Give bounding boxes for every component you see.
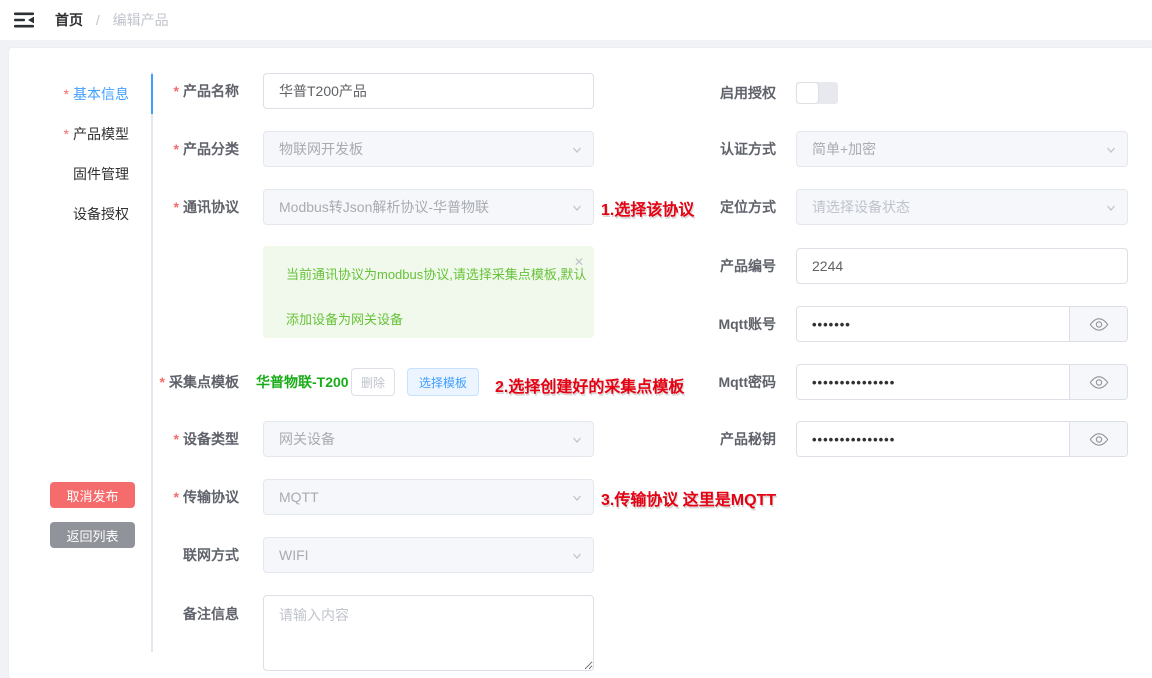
mqtt-password-label: Mqtt密码 [9, 364, 786, 400]
chevron-down-icon [1105, 144, 1117, 156]
edit-product-panel: *基本信息 *产品模型 固件管理 设备授权 取消发布 返回列表 *产品名称 *产… [8, 47, 1152, 678]
product-secret-reveal-button[interactable] [1069, 422, 1127, 456]
mqtt-account-label: Mqtt账号 [9, 306, 786, 342]
location-mode-label: 定位方式 [9, 189, 786, 225]
mqtt-password-input[interactable] [797, 365, 1069, 399]
location-mode-select[interactable]: 请选择设备状态 [796, 189, 1128, 225]
mqtt-password-group [796, 364, 1128, 400]
network-mode-select[interactable]: WIFI [263, 537, 594, 573]
enable-auth-toggle[interactable] [796, 82, 838, 104]
sidebar-fold-icon[interactable] [14, 12, 34, 28]
breadcrumb-current: 编辑产品 [113, 12, 169, 28]
transport-protocol-label: *传输协议 [9, 479, 251, 515]
breadcrumb: 首页 / 编辑产品 [55, 0, 169, 40]
remark-textarea[interactable] [263, 595, 594, 671]
product-no-label: 产品编号 [9, 248, 786, 284]
eye-icon [1089, 375, 1109, 390]
mqtt-account-group [796, 306, 1128, 342]
chevron-down-icon [571, 550, 583, 562]
remark-label: 备注信息 [9, 595, 251, 631]
annotation-step3: 3.传输协议 这里是MQTT [601, 486, 776, 510]
network-mode-value: WIFI [279, 547, 309, 563]
mqtt-account-input[interactable] [797, 307, 1069, 341]
breadcrumb-home[interactable]: 首页 [55, 12, 83, 28]
auth-mode-select[interactable]: 简单+加密 [796, 131, 1128, 167]
breadcrumb-separator: / [96, 12, 100, 28]
transport-protocol-value: MQTT [279, 489, 319, 505]
auth-mode-label: 认证方式 [9, 131, 786, 167]
product-secret-label: 产品秘钥 [9, 421, 786, 457]
chevron-down-icon [1105, 202, 1117, 214]
mqtt-account-reveal-button[interactable] [1069, 307, 1127, 341]
product-no-input[interactable] [796, 248, 1128, 284]
chevron-down-icon [571, 492, 583, 504]
topbar: 首页 / 编辑产品 [0, 0, 1152, 40]
product-secret-input[interactable] [797, 422, 1069, 456]
auth-mode-value: 简单+加密 [812, 139, 876, 159]
product-secret-group [796, 421, 1128, 457]
tab-label: 固件管理 [73, 166, 129, 182]
transport-protocol-select[interactable]: MQTT [263, 479, 594, 515]
toggle-knob [797, 83, 818, 103]
enable-auth-label: 启用授权 [9, 75, 786, 111]
eye-icon [1089, 432, 1109, 447]
location-mode-placeholder: 请选择设备状态 [812, 197, 910, 217]
required-mark: * [174, 489, 179, 505]
mqtt-password-reveal-button[interactable] [1069, 365, 1127, 399]
network-mode-label: 联网方式 [9, 537, 251, 573]
eye-icon [1089, 317, 1109, 332]
